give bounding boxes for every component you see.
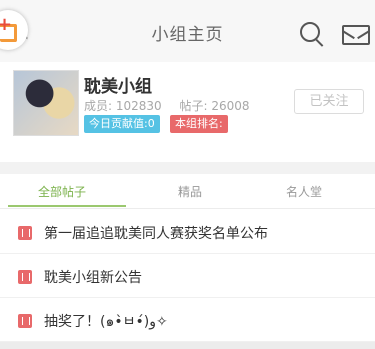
tab-all-posts[interactable]: 全部帖子 bbox=[38, 183, 86, 200]
post-title: 抽奖了！(๑•̀ㅂ•́)و✧ bbox=[44, 314, 168, 330]
post-tabs: 全部帖子 精品 名人堂 bbox=[0, 174, 375, 209]
contribution-badge: 今日贡献值:0 bbox=[84, 115, 160, 133]
followed-button[interactable]: 已关注 bbox=[294, 89, 364, 114]
bottom-divider bbox=[0, 342, 375, 349]
group-avatar[interactable] bbox=[13, 70, 79, 136]
mail-icon[interactable] bbox=[342, 25, 370, 45]
pinned-post-icon bbox=[18, 270, 32, 284]
pinned-post-icon bbox=[18, 226, 32, 240]
active-tab-indicator bbox=[8, 205, 126, 207]
pinned-post-icon bbox=[18, 314, 32, 328]
members-count: 成员: 102830 bbox=[84, 99, 162, 113]
list-item[interactable]: 第一届追追耽美同人赛获奖名单公布 bbox=[0, 209, 375, 254]
rank-badge: 本组排名: bbox=[170, 115, 228, 133]
tab-featured[interactable]: 精品 bbox=[178, 183, 202, 200]
post-title: 耽美小组新公告 bbox=[44, 270, 142, 286]
search-icon[interactable] bbox=[300, 22, 320, 42]
top-bar: ‹ + 小组主页 bbox=[0, 0, 375, 63]
tab-hall-of-fame[interactable]: 名人堂 bbox=[286, 183, 322, 200]
list-item[interactable]: 耽美小组新公告 bbox=[0, 253, 375, 298]
section-divider bbox=[0, 162, 375, 174]
post-title: 第一届追追耽美同人赛获奖名单公布 bbox=[44, 226, 268, 242]
posts-count: 帖子: 26008 bbox=[179, 99, 250, 113]
group-name: 耽美小组 bbox=[84, 77, 152, 97]
group-stats: 成员: 102830 帖子: 26008 bbox=[84, 97, 264, 114]
group-info-card: 耽美小组 成员: 102830 帖子: 26008 今日贡献值:0 本组排名: … bbox=[0, 62, 375, 162]
list-item[interactable]: 抽奖了！(๑•̀ㅂ•́)و✧ bbox=[0, 297, 375, 342]
